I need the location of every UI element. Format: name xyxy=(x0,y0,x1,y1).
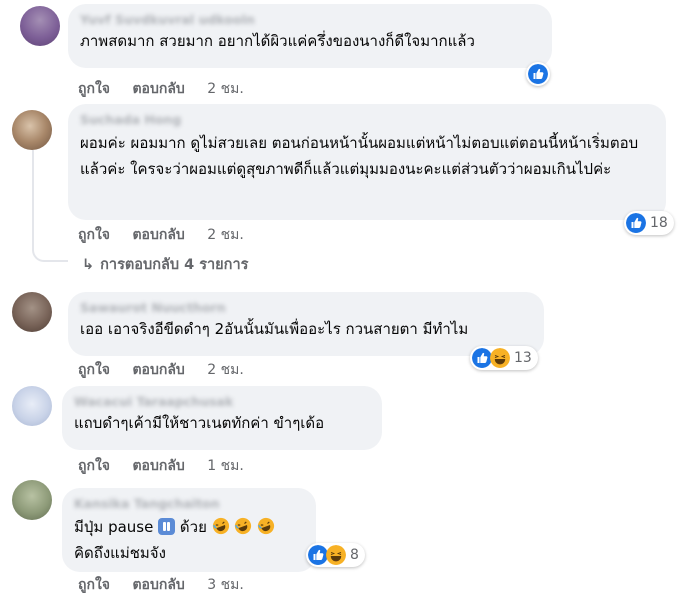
like-icon xyxy=(528,64,548,84)
thread-connector xyxy=(32,150,68,262)
comment-bubble: Yuvf Suvdkuvral udkooln ภาพสดมาก สวยมาก … xyxy=(68,4,552,68)
timestamp[interactable]: 2 ชม. xyxy=(207,227,244,243)
comment-text-part: ด้วย xyxy=(179,518,207,536)
like-button[interactable]: ถูกใจ xyxy=(78,577,110,593)
like-button[interactable]: ถูกใจ xyxy=(78,227,110,243)
timestamp[interactable]: 2 ชม. xyxy=(207,362,244,378)
reaction-count: 13 xyxy=(514,350,532,366)
reaction-count: 18 xyxy=(650,215,668,231)
comment-text: ภาพสดมาก สวยมาก อยากได้ผิวแค่ครึ่งของนาง… xyxy=(80,32,475,50)
replies-count-label: การตอบกลับ 4 รายการ xyxy=(100,257,249,273)
reply-button[interactable]: ตอบกลับ xyxy=(132,81,184,97)
like-button[interactable]: ถูกใจ xyxy=(78,458,110,474)
avatar[interactable] xyxy=(20,6,60,46)
reaction-count: 8 xyxy=(350,547,359,563)
comment-author[interactable]: Sawaurot Nuucthorn xyxy=(80,300,532,316)
reply-button[interactable]: ตอบกลับ xyxy=(132,577,184,593)
view-replies-link[interactable]: ↳ การตอบกลับ 4 รายการ xyxy=(82,255,248,275)
comment-actions: ถูกใจ ตอบกลับ 1 ชม. xyxy=(78,457,262,475)
like-button[interactable]: ถูกใจ xyxy=(78,362,110,378)
timestamp[interactable]: 2 ชม. xyxy=(207,81,244,97)
comment-text: มีปุ่ม pause ด้วย คิดถึงแม่ชมจัง xyxy=(74,514,304,566)
like-icon xyxy=(626,213,646,233)
haha-icon xyxy=(490,348,510,368)
comment-text: แถบดำๆเค้ามีให้ชาวเนตทักค่า ขำๆเด้อ xyxy=(74,414,325,432)
avatar[interactable] xyxy=(12,110,52,150)
reply-arrow-icon: ↳ xyxy=(82,257,95,273)
comment-actions: ถูกใจ ตอบกลับ 3 ชม. xyxy=(78,576,262,594)
avatar[interactable] xyxy=(12,292,52,332)
comment-text: ผอมค่ะ ผอมมาก ดูไม่สวยเลย ตอนก่อนหน้านั้… xyxy=(80,134,639,178)
timestamp[interactable]: 1 ชม. xyxy=(207,458,244,474)
like-icon xyxy=(308,545,328,565)
comment-author[interactable]: Wacacui Taraapchusak xyxy=(74,394,370,410)
reaction-summary[interactable] xyxy=(526,62,550,86)
like-button[interactable]: ถูกใจ xyxy=(78,81,110,97)
pause-icon xyxy=(158,518,176,535)
comment-author[interactable]: Kansika Tangchaiton xyxy=(74,496,304,512)
timestamp[interactable]: 3 ชม. xyxy=(207,577,244,593)
comment-text-part: คิดถึงแม่ชมจัง xyxy=(74,544,166,562)
reply-button[interactable]: ตอบกลับ xyxy=(132,362,184,378)
comment-bubble: Suchada Hong ผอมค่ะ ผอมมาก ดูไม่สวยเลย ต… xyxy=(68,104,666,220)
comment-bubble: Sawaurot Nuucthorn เออ เอาจริงอีขีดดำๆ 2… xyxy=(68,292,544,356)
comment-actions: ถูกใจ ตอบกลับ 2 ชม. xyxy=(78,361,262,379)
comment-author[interactable]: Yuvf Suvdkuvral udkooln xyxy=(80,12,540,28)
reply-button[interactable]: ตอบกลับ xyxy=(132,227,184,243)
comment-bubble: Wacacui Taraapchusak แถบดำๆเค้ามีให้ชาวเ… xyxy=(62,386,382,450)
reaction-summary[interactable]: 8 xyxy=(306,543,365,567)
like-icon xyxy=(472,348,492,368)
rofl-emoji-icon xyxy=(212,517,229,535)
comment-text: เออ เอาจริงอีขีดดำๆ 2อันนั้นมันเพื่ออะไร… xyxy=(80,320,469,338)
comment-author[interactable]: Suchada Hong xyxy=(80,112,654,128)
reply-button[interactable]: ตอบกลับ xyxy=(132,458,184,474)
comment-text-part: มีปุ่ม pause xyxy=(74,518,154,536)
avatar[interactable] xyxy=(12,386,52,426)
reaction-summary[interactable]: 13 xyxy=(470,346,538,370)
avatar[interactable] xyxy=(12,480,52,520)
reaction-summary[interactable]: 18 xyxy=(624,211,674,235)
comment-actions: ถูกใจ ตอบกลับ 2 ชม. xyxy=(78,80,262,98)
comment-bubble: Kansika Tangchaiton มีปุ่ม pause ด้วย คิ… xyxy=(62,488,316,572)
rofl-emoji-icon xyxy=(235,517,252,535)
haha-icon xyxy=(326,545,346,565)
rofl-emoji-icon xyxy=(258,517,275,535)
comment-actions: ถูกใจ ตอบกลับ 2 ชม. xyxy=(78,226,262,244)
